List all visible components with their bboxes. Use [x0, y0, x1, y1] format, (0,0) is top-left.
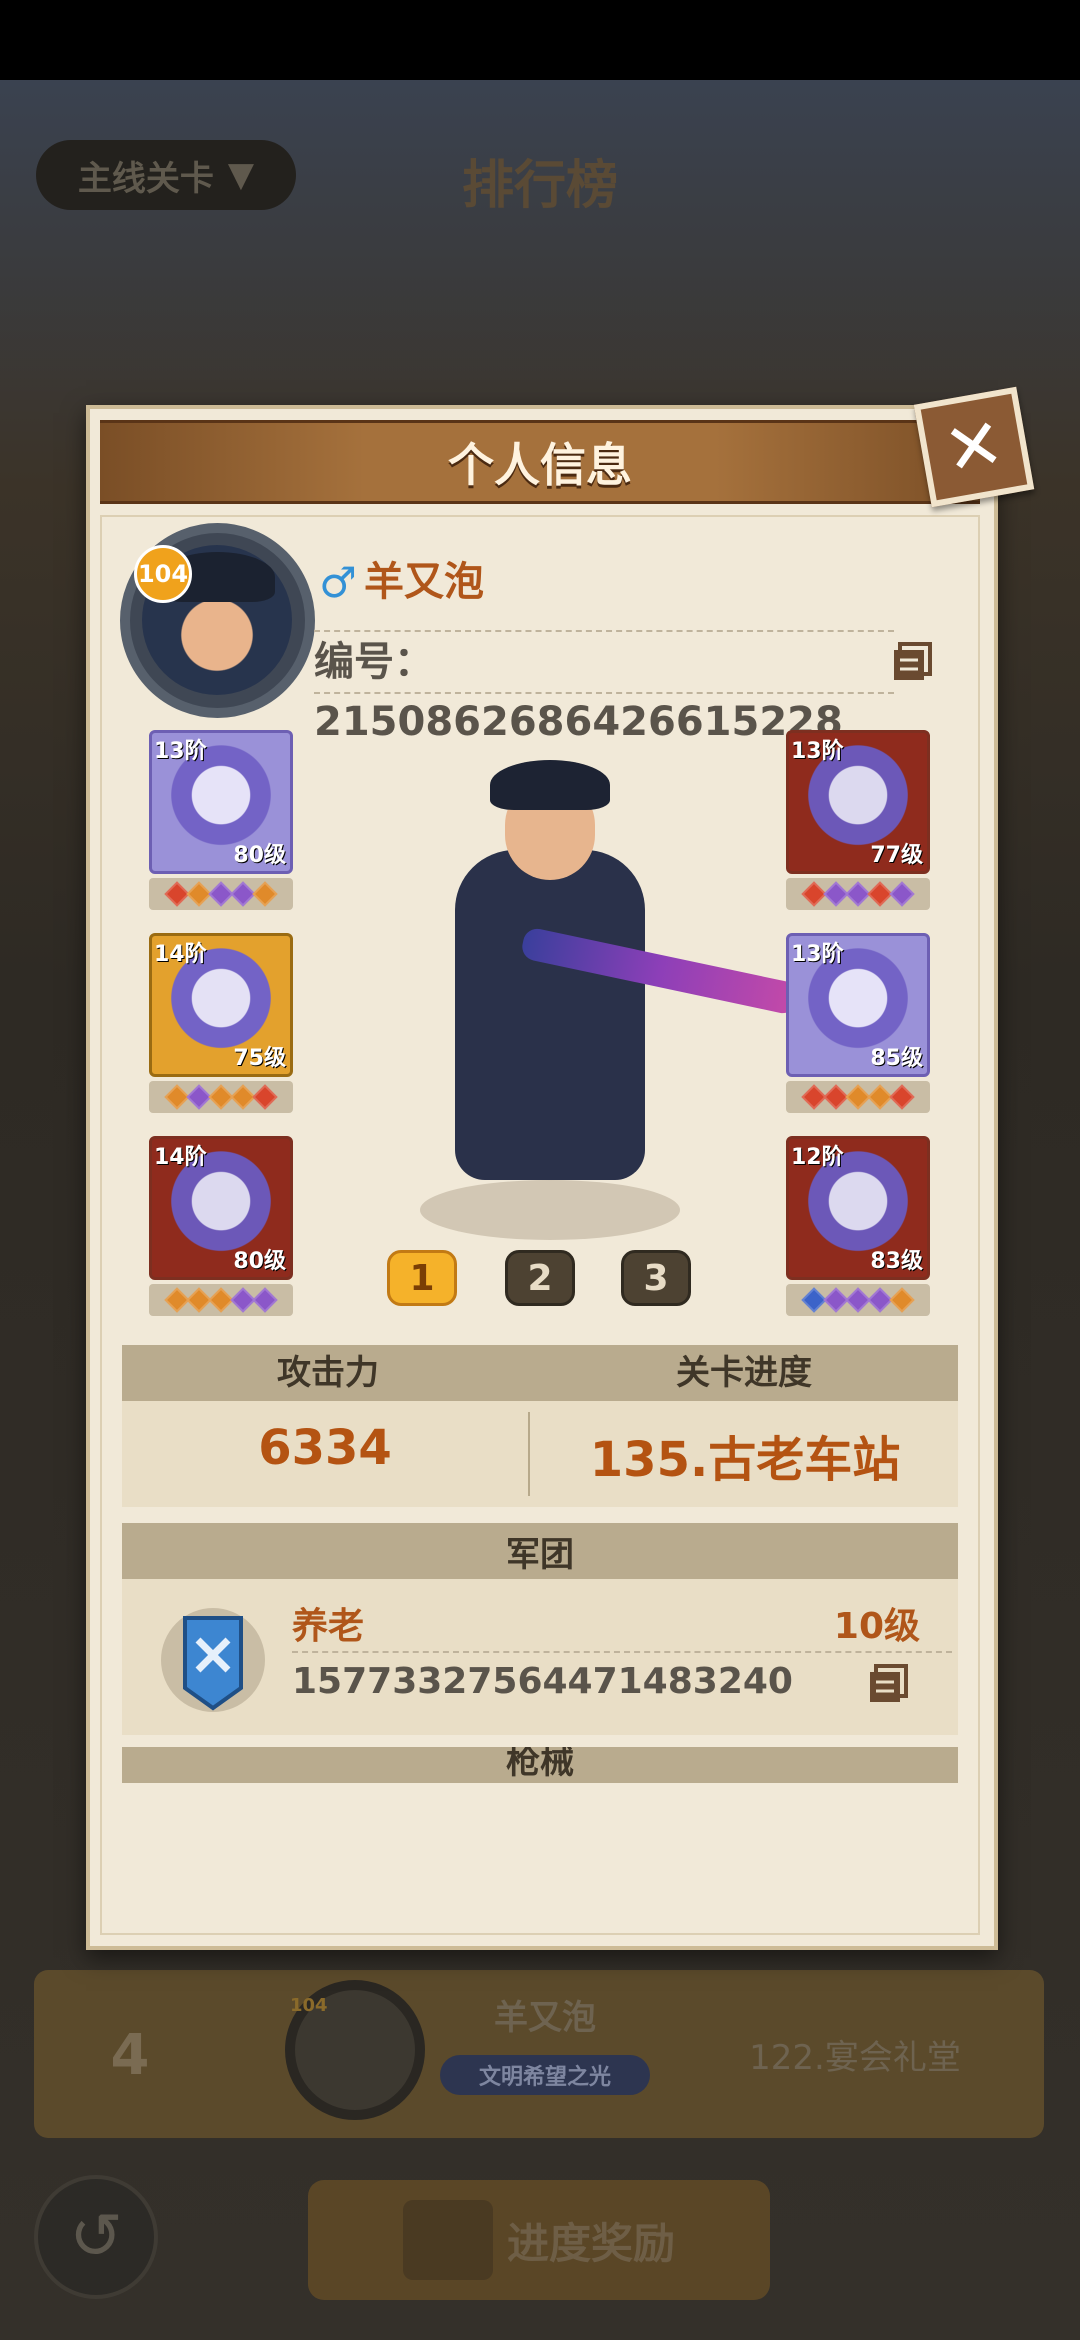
stage-dropdown[interactable]: 主线关卡 ▼ — [36, 140, 296, 210]
gem-icon — [889, 881, 915, 907]
progress-reward-button[interactable]: 进度奖励 — [308, 2180, 770, 2300]
ranking-row-avatar-level: 104 — [290, 1995, 328, 2016]
weapons-header: 枪械 — [122, 1747, 958, 1783]
chevron-down-icon: ▼ — [227, 155, 255, 195]
legion-emblem-icon — [161, 1608, 265, 1712]
player-level-badge: 104 — [134, 545, 192, 603]
equipment-slot-left-3[interactable]: 14阶 80级 — [149, 1136, 293, 1280]
progress-reward-label: 进度奖励 — [506, 2218, 675, 2268]
equipment-slot-right-3[interactable]: 12阶 83级 — [786, 1136, 930, 1280]
dialog-title: 个人信息 — [448, 438, 632, 492]
gem-icon — [252, 881, 278, 907]
legion-name: 养老 — [292, 1606, 365, 1647]
progress-label: 关卡进度 — [676, 1353, 812, 1393]
equipment-tier: 13阶 — [791, 739, 844, 764]
attack-value: 6334 — [258, 1420, 392, 1476]
character-shadow — [420, 1180, 680, 1240]
gem-icon — [889, 1287, 915, 1313]
ranking-row-name: 羊又泡 — [494, 1998, 596, 2038]
equipment-level: 75级 — [233, 1046, 286, 1071]
equipment-level: 83级 — [870, 1249, 923, 1274]
back-arrow-icon: ↺ — [69, 2200, 123, 2274]
equipment-tier: 13阶 — [154, 739, 207, 764]
legion-id: 15773327564471483240 — [292, 1661, 793, 1702]
player-id: 编号：2150862686426615228 — [314, 630, 894, 745]
legion-divider — [292, 1651, 952, 1653]
equipment-tier: 14阶 — [154, 1145, 207, 1170]
page-tab-3[interactable]: 3 — [621, 1250, 691, 1306]
close-icon: ✕ — [937, 401, 1011, 493]
player-name: 羊又泡 — [364, 559, 484, 605]
ranking-row-rank: 4 — [110, 2022, 150, 2088]
back-button[interactable]: ↺ — [34, 2175, 158, 2299]
legion-header: 军团 — [122, 1523, 958, 1579]
equipment-level: 80级 — [233, 1249, 286, 1274]
status-bar — [0, 0, 1080, 80]
equipment-slot-left-2[interactable]: 14阶 75级 — [149, 933, 293, 1077]
equipment-slot-left-1[interactable]: 13阶 80级 — [149, 730, 293, 874]
ranking-row-banner: 文明希望之光 — [440, 2055, 650, 2095]
male-icon: ♂ — [319, 557, 357, 607]
character-cap — [490, 760, 610, 810]
gem-icon — [252, 1287, 278, 1313]
gem-row — [149, 1081, 293, 1113]
page-tab-1[interactable]: 1 — [387, 1250, 457, 1306]
gem-row — [786, 1081, 930, 1113]
gem-icon — [889, 1084, 915, 1110]
page-title: 排行榜 — [461, 155, 618, 216]
equipment-level: 85级 — [870, 1046, 923, 1071]
equipment-slot-right-1[interactable]: 13阶 77级 — [786, 730, 930, 874]
gem-icon — [252, 1084, 278, 1110]
equipment-level: 77级 — [870, 843, 923, 868]
gem-row — [786, 878, 930, 910]
character-body — [455, 850, 645, 1180]
attack-label: 攻击力 — [277, 1353, 379, 1393]
gem-row — [149, 878, 293, 910]
equipment-tier: 13阶 — [791, 942, 844, 967]
ranking-row-stage: 122.宴会礼堂 — [749, 2038, 961, 2078]
equipment-tier: 12阶 — [791, 1145, 844, 1170]
progress-value: 135.古老车站 — [589, 1432, 901, 1488]
stats-divider — [528, 1412, 530, 1496]
close-button[interactable]: ✕ — [913, 386, 1035, 508]
gem-row — [786, 1284, 930, 1316]
legion-level: 10级 — [833, 1606, 920, 1647]
chest-icon — [402, 2200, 493, 2280]
equipment-tier: 14阶 — [154, 942, 207, 967]
equipment-level: 80级 — [233, 843, 286, 868]
dialog-title-bar: 个人信息 — [100, 420, 980, 504]
gem-row — [149, 1284, 293, 1316]
copy-icon[interactable] — [866, 1662, 910, 1706]
stage-dropdown-label: 主线关卡 — [77, 158, 214, 199]
copy-icon[interactable] — [890, 640, 934, 684]
page-tab-2[interactable]: 2 — [505, 1250, 575, 1306]
equipment-slot-right-2[interactable]: 13阶 85级 — [786, 933, 930, 1077]
